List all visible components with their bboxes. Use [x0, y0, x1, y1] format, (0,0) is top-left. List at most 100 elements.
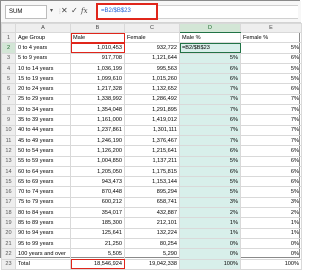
header-cell-female[interactable]: Female	[124, 31, 180, 44]
cell-female[interactable]: 1,376,467	[124, 134, 180, 147]
row-header[interactable]: 15	[1, 176, 16, 188]
cell-female-pct[interactable]: 3%	[240, 196, 302, 209]
cell-male[interactable]: 600,212	[70, 196, 125, 209]
cell-age-group[interactable]: 30 to 34 years	[15, 104, 71, 116]
cell-female-pct[interactable]: 7%	[240, 124, 302, 136]
cell-age-group[interactable]: 55 to 59 years	[15, 155, 71, 167]
cell-age-group[interactable]: 90 to 94 years	[15, 227, 71, 239]
cell-male[interactable]: 943,473	[70, 176, 125, 188]
cell-male[interactable]: 1,161,000	[70, 114, 125, 126]
cell-female[interactable]: 895,294	[124, 186, 180, 198]
cell-female-pct[interactable]: 7%	[240, 134, 302, 147]
cell-female-pct[interactable]: 2%	[240, 207, 302, 219]
cell-age-group[interactable]: 40 to 44 years	[15, 124, 71, 136]
cell-female[interactable]: 1,175,815	[124, 165, 180, 178]
cell-male[interactable]: 1,237,861	[70, 124, 125, 136]
row-header[interactable]: 10	[1, 124, 16, 136]
row-header[interactable]: 14	[1, 165, 16, 178]
cell-female-pct[interactable]: 1%	[240, 217, 302, 229]
cell-female[interactable]: 1,121,644	[124, 52, 180, 64]
cell-age-group[interactable]: 10 to 14 years	[15, 62, 71, 75]
cell-male-pct[interactable]: 7%	[179, 134, 241, 147]
cell-male-pct[interactable]: 7%	[179, 93, 241, 106]
cell-male-pct[interactable]: 5%	[179, 186, 241, 198]
cell-female-pct[interactable]: 6%	[240, 145, 302, 157]
cell-male[interactable]: 917,708	[70, 52, 125, 64]
row-header[interactable]: 13	[1, 155, 16, 167]
cell-age-group[interactable]: 85 to 89 years	[15, 217, 71, 229]
row-header[interactable]: 23	[1, 258, 16, 270]
cell-female[interactable]: 1,291,895	[124, 104, 180, 116]
cell-female-pct[interactable]: 5%	[240, 186, 302, 198]
cell-female[interactable]: 432,887	[124, 207, 180, 219]
cell-age-group[interactable]: 80 to 84 years	[15, 207, 71, 219]
cell-female[interactable]: 932,722	[124, 42, 180, 54]
cell-male[interactable]: 1,099,610	[70, 73, 125, 85]
cell-female-pct[interactable]: 5%	[240, 73, 302, 85]
cell-male-pct[interactable]: 7%	[179, 104, 241, 116]
cell-age-group[interactable]: 15 to 19 years	[15, 73, 71, 85]
cell-age-group[interactable]: 60 to 64 years	[15, 165, 71, 178]
cell-female[interactable]: 1,153,144	[124, 176, 180, 188]
column-header-d[interactable]: D	[179, 23, 241, 33]
row-header[interactable]: 3	[1, 52, 16, 64]
cell-total-male[interactable]: 18,546,924	[70, 258, 125, 270]
cell-female-pct[interactable]: 6%	[240, 155, 302, 167]
cell-age-group[interactable]: 25 to 29 years	[15, 93, 71, 106]
row-header[interactable]: 20	[1, 227, 16, 239]
cell-female[interactable]: 212,101	[124, 217, 180, 229]
cell-female-pct[interactable]: 6%	[240, 83, 302, 95]
cell-male[interactable]: 185,300	[70, 217, 125, 229]
cell-male-pct[interactable]: 0%	[179, 237, 241, 250]
cell-male[interactable]: 1,246,190	[70, 134, 125, 147]
cell-age-group[interactable]: 5 to 9 years	[15, 52, 71, 64]
row-header[interactable]: 21	[1, 237, 16, 250]
cell-male[interactable]: 125,641	[70, 227, 125, 239]
name-box[interactable]: SUM	[5, 5, 47, 19]
cell-female-pct[interactable]: 5%	[240, 42, 302, 54]
cell-male-pct[interactable]: 7%	[179, 83, 241, 95]
row-header[interactable]: 22	[1, 248, 16, 260]
chevron-down-icon[interactable]: ▾	[50, 7, 53, 14]
header-cell-female-pct[interactable]: Female %	[240, 31, 302, 44]
row-header[interactable]: 6	[1, 83, 16, 95]
cell-male[interactable]: 354,017	[70, 207, 125, 219]
cell-female[interactable]: 1,015,260	[124, 73, 180, 85]
cell-male-pct[interactable]: 3%	[179, 196, 241, 209]
cell-male[interactable]: 1,217,328	[70, 83, 125, 95]
header-cell-male-pct[interactable]: Male %	[179, 31, 241, 44]
cell-male-pct[interactable]: 2%	[179, 207, 241, 219]
cell-female-pct[interactable]: 7%	[240, 93, 302, 106]
cell-male-pct[interactable]: 5%	[179, 52, 241, 64]
formula-input[interactable]: =B2/$B$23	[96, 3, 158, 20]
cell-male[interactable]: 1,126,200	[70, 145, 125, 157]
row-header[interactable]: 9	[1, 114, 16, 126]
row-header[interactable]: 16	[1, 186, 16, 198]
column-header-a[interactable]: A	[15, 23, 71, 33]
cell-age-group[interactable]: 65 to 69 years	[15, 176, 71, 188]
insert-function-icon[interactable]: fx	[81, 6, 88, 16]
cell-female-pct[interactable]: 5%	[240, 62, 302, 75]
cell-female[interactable]: 1,215,641	[124, 145, 180, 157]
row-header[interactable]: 12	[1, 145, 16, 157]
cell-female-pct[interactable]: 6%	[240, 165, 302, 178]
cell-female[interactable]: 1,286,492	[124, 93, 180, 106]
cell-total-female-pct[interactable]: 100%	[240, 258, 302, 270]
cell-male[interactable]: 1,010,453	[70, 42, 125, 54]
column-header-c[interactable]: C	[124, 23, 180, 33]
cell-female-pct[interactable]: 7%	[240, 114, 302, 126]
column-header-b[interactable]: B	[70, 23, 125, 33]
cell-male[interactable]: 1,354,048	[70, 104, 125, 116]
cell-age-group[interactable]: 45 to 49 years	[15, 134, 71, 147]
row-header[interactable]: 8	[1, 104, 16, 116]
row-header[interactable]: 1	[1, 31, 16, 44]
cell-female-pct[interactable]: 0%	[240, 237, 302, 250]
cell-male-pct[interactable]: 1%	[179, 227, 241, 239]
cell-male-pct[interactable]: 6%	[179, 62, 241, 75]
cell-female[interactable]: 995,563	[124, 62, 180, 75]
cancel-icon[interactable]: ✕	[61, 6, 68, 16]
header-cell-age-group[interactable]: Age Group	[15, 31, 71, 44]
cell-female-pct[interactable]: 1%	[240, 227, 302, 239]
cell-age-group[interactable]: 95 to 99 years	[15, 237, 71, 250]
cell-female[interactable]: 658,741	[124, 196, 180, 209]
